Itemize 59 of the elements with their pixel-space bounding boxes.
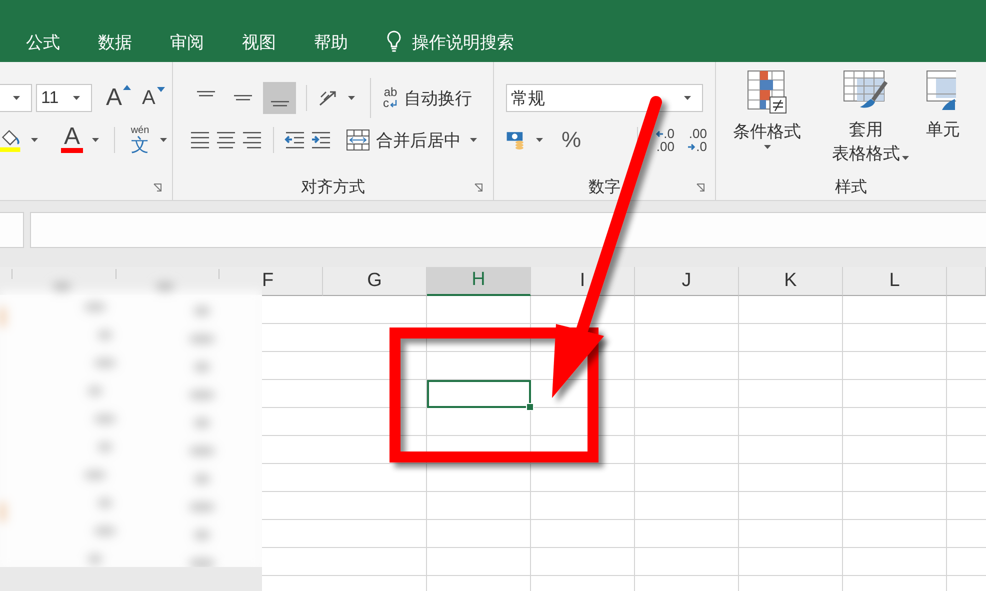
increase-font-size-button[interactable]: A [106,84,132,112]
align-center-icon[interactable] [215,129,237,151]
active-cell[interactable] [427,380,531,408]
caret-icon[interactable] [12,95,21,101]
group-title: 对齐方式 [301,178,365,198]
number-format-dropdown[interactable]: 常规 [506,84,703,112]
caret-icon[interactable] [72,95,81,101]
column-header[interactable]: L [843,267,947,296]
arrow-icon [687,142,696,150]
conditional-format-icon[interactable] [747,70,787,116]
ribbon-tab[interactable]: 数据 [98,30,132,54]
column-header[interactable]: H [427,267,531,296]
tell-me-search[interactable]: 操作说明搜索 [386,30,514,54]
group-title: 数字 [588,178,620,198]
percent-style-button[interactable]: % [562,127,582,153]
align-left-icon[interactable] [189,129,211,151]
increase-indent-icon[interactable] [310,129,332,151]
fill-color-icon[interactable] [0,127,22,153]
ribbon-tab[interactable]: 视图 [242,30,276,54]
caret-icon[interactable] [30,137,40,143]
caret-icon[interactable] [159,137,168,143]
decrease-decimal-button[interactable]: .00 .0 [686,127,707,153]
column-header[interactable]: J [635,267,739,296]
caret-icon[interactable] [91,137,100,143]
ribbon-tab[interactable]: 公式 [26,30,60,54]
group-title: 样式 [835,178,867,198]
lightbulb-icon [386,30,402,54]
caret-icon[interactable] [762,144,772,150]
return-arrow-icon [390,100,398,108]
merge-center-button[interactable]: 合并后居中 [346,128,461,152]
merge-cells-icon [346,129,370,151]
font-size-field[interactable]: 11 [36,84,92,112]
dialog-launcher-icon[interactable] [474,183,483,192]
ribbon-tab[interactable]: 帮助 [314,30,348,54]
style-gallery-button[interactable]: 单元 [926,118,960,142]
arrow-icon [654,130,664,138]
decrease-indent-icon[interactable] [284,129,306,151]
caret-icon[interactable] [469,137,478,143]
column-header[interactable]: K [739,267,843,296]
style-gallery-button[interactable]: 套用 表格格式 [832,118,900,166]
font-color-button[interactable]: A [61,127,84,153]
caret-icon[interactable] [347,95,356,101]
decrease-font-size-button[interactable]: A [142,86,168,110]
phonetic-guide-button[interactable]: wén 文 [128,126,152,154]
column-header[interactable]: G [323,267,427,296]
align-right-icon[interactable] [241,129,263,151]
dialog-launcher-icon[interactable] [153,183,162,192]
formula-input[interactable] [30,212,986,248]
caret-icon[interactable] [901,155,910,161]
column-header[interactable]: F [262,267,323,296]
font-name-field[interactable] [0,84,32,112]
caret-icon[interactable] [534,137,544,143]
increase-decimal-button[interactable]: .0 .00 [654,127,674,153]
ribbon-tab[interactable]: 审阅 [170,30,204,54]
up-triangle-icon [123,85,131,90]
down-triangle-icon [157,86,165,92]
caret-icon[interactable] [683,95,692,101]
style-gallery-button[interactable]: 条件格式 [733,120,801,144]
dialog-launcher-icon[interactable] [696,183,705,192]
